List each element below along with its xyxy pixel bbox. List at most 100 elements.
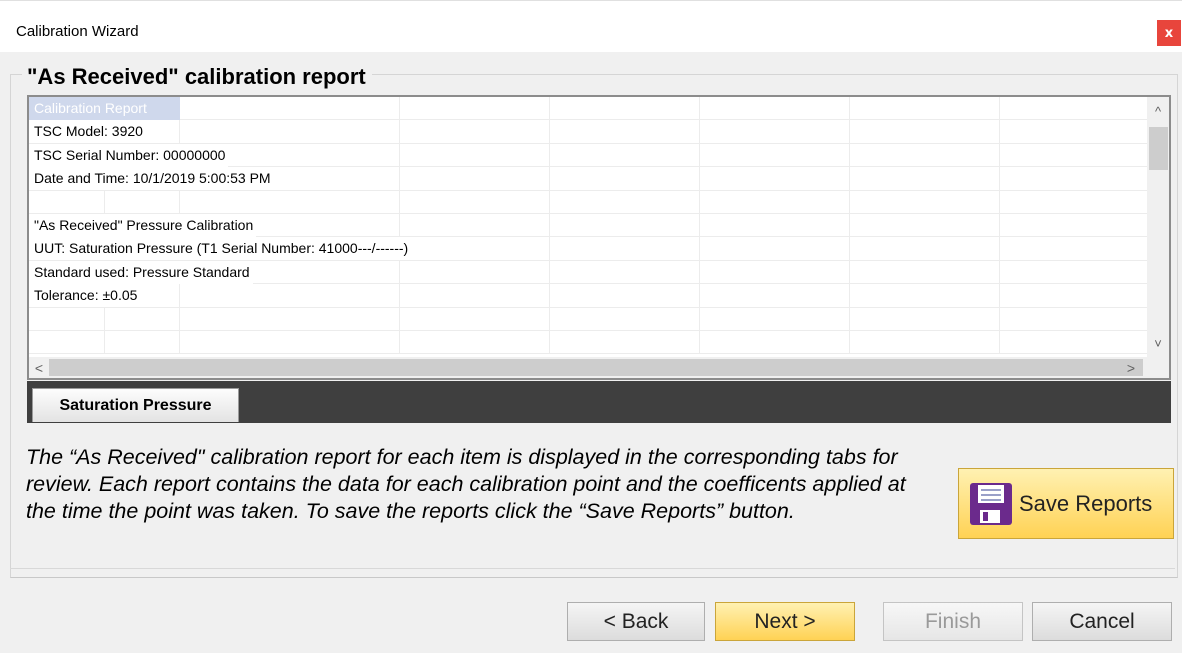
- close-icon: x: [1164, 25, 1174, 41]
- report-cell: Date and Time: 10/1/2019 5:00:53 PM: [34, 170, 271, 187]
- grid-column-line: [699, 143, 700, 167]
- grid-column-line: [849, 330, 850, 354]
- report-row[interactable]: Standard used: Pressure Standard: [29, 260, 1149, 285]
- window-title: Calibration Wizard: [16, 23, 139, 40]
- back-button[interactable]: < Back: [567, 602, 705, 641]
- instructions-text: The “As Received" calibration report for…: [26, 445, 906, 523]
- report-cell: Tolerance: ±0.05: [34, 287, 138, 304]
- grid-column-line: [399, 307, 400, 330]
- grid-column-line: [179, 307, 180, 330]
- grid-column-line: [399, 260, 400, 284]
- grid-column-line: [104, 330, 105, 354]
- report-grid-panel[interactable]: Calibration Report TSC Model: 3920 TSC Ser…: [27, 95, 1171, 380]
- report-tab-strip: Saturation Pressure: [27, 381, 1171, 423]
- grid-column-line: [699, 284, 700, 307]
- finish-button[interactable]: Finish: [883, 602, 1023, 641]
- grid-column-line: [104, 307, 105, 330]
- scroll-up-icon[interactable]: ^: [1147, 101, 1169, 121]
- report-grid[interactable]: Calibration Report TSC Model: 3920 TSC Ser…: [29, 97, 1149, 357]
- grid-column-line: [699, 190, 700, 213]
- grid-column-line: [999, 213, 1000, 237]
- grid-column-line: [399, 143, 400, 167]
- vertical-scrollbar[interactable]: ^ ˅: [1147, 97, 1169, 357]
- grid-column-line: [849, 97, 850, 120]
- horizontal-scroll-thumb[interactable]: [49, 359, 1143, 376]
- grid-column-line: [999, 190, 1000, 213]
- report-row[interactable]: Date and Time: 10/1/2019 5:00:53 PM: [29, 167, 1149, 191]
- report-row[interactable]: Tolerance: ±0.05: [29, 284, 1149, 308]
- report-cell: "As Received" Pressure Calibration: [34, 216, 254, 233]
- footer-divider: [10, 568, 1175, 569]
- grid-column-line: [179, 284, 180, 307]
- grid-column-line: [549, 190, 550, 213]
- grid-column-line: [999, 143, 1000, 167]
- grid-column-line: [999, 307, 1000, 330]
- horizontal-scrollbar[interactable]: < >: [29, 357, 1169, 378]
- save-reports-label: Save Reports: [1019, 491, 1153, 516]
- grid-column-line: [549, 97, 550, 120]
- grid-column-line: [549, 307, 550, 330]
- tab-saturation-pressure[interactable]: Saturation Pressure: [32, 388, 239, 422]
- wizard-body: "As Received" calibration report Calibra…: [0, 52, 1182, 653]
- grid-column-line: [549, 330, 550, 354]
- grid-column-line: [999, 237, 1000, 260]
- grid-column-line: [999, 167, 1000, 190]
- grid-column-line: [549, 167, 550, 190]
- grid-column-line: [104, 190, 105, 213]
- grid-column-line: [399, 97, 400, 120]
- grid-column-line: [399, 330, 400, 354]
- grid-column-line: [849, 143, 850, 167]
- grid-column-line: [699, 260, 700, 284]
- grid-column-line: [549, 143, 550, 167]
- grid-column-line: [549, 260, 550, 284]
- grid-column-line: [999, 330, 1000, 354]
- report-row[interactable]: UUT: Saturation Pressure (T1 Serial Numb…: [29, 237, 1149, 261]
- group-title: "As Received" calibration report: [22, 64, 372, 90]
- report-row[interactable]: Calibration Report: [29, 97, 1149, 121]
- report-cell: UUT: Saturation Pressure (T1 Serial Numb…: [34, 240, 409, 257]
- report-header-cell: Calibration Report: [29, 97, 180, 120]
- report-row[interactable]: TSC Model: 3920: [29, 120, 1149, 144]
- grid-column-line: [999, 260, 1000, 284]
- grid-column-line: [549, 237, 550, 260]
- grid-column-line: [399, 167, 400, 190]
- grid-column-line: [179, 120, 180, 143]
- grid-column-line: [999, 120, 1000, 143]
- grid-column-line: [849, 260, 850, 284]
- grid-column-line: [549, 120, 550, 143]
- grid-column-line: [849, 167, 850, 190]
- grid-column-line: [849, 307, 850, 330]
- grid-column-line: [699, 307, 700, 330]
- grid-column-line: [549, 284, 550, 307]
- grid-column-line: [699, 97, 700, 120]
- grid-column-line: [999, 97, 1000, 120]
- report-row[interactable]: [29, 190, 1149, 214]
- report-cell: TSC Model: 3920: [34, 123, 143, 140]
- report-row[interactable]: [29, 307, 1149, 331]
- grid-column-line: [849, 190, 850, 213]
- report-cell: Standard used: Pressure Standard: [34, 263, 250, 280]
- report-row[interactable]: "As Received" Pressure Calibration: [29, 213, 1149, 238]
- report-row[interactable]: [29, 330, 1149, 355]
- grid-column-line: [699, 330, 700, 354]
- next-button[interactable]: Next >: [715, 602, 855, 641]
- scroll-left-icon[interactable]: <: [29, 357, 49, 378]
- grid-column-line: [399, 213, 400, 237]
- grid-column-line: [699, 237, 700, 260]
- vertical-scroll-thumb[interactable]: [1149, 127, 1168, 170]
- grid-column-line: [999, 284, 1000, 307]
- grid-column-line: [179, 330, 180, 354]
- grid-column-line: [849, 120, 850, 143]
- report-cell: TSC Serial Number: 00000000: [34, 146, 226, 163]
- save-reports-button[interactable]: Save Reports: [958, 468, 1174, 539]
- grid-column-line: [849, 284, 850, 307]
- grid-column-line: [849, 237, 850, 260]
- close-button[interactable]: x: [1157, 20, 1181, 46]
- scroll-right-icon[interactable]: >: [1121, 357, 1141, 378]
- cancel-button[interactable]: Cancel: [1032, 602, 1172, 641]
- grid-column-line: [399, 190, 400, 213]
- report-row[interactable]: TSC Serial Number: 00000000: [29, 143, 1149, 168]
- scroll-down-icon[interactable]: ˅: [1147, 333, 1169, 353]
- grid-column-line: [699, 120, 700, 143]
- grid-column-line: [699, 167, 700, 190]
